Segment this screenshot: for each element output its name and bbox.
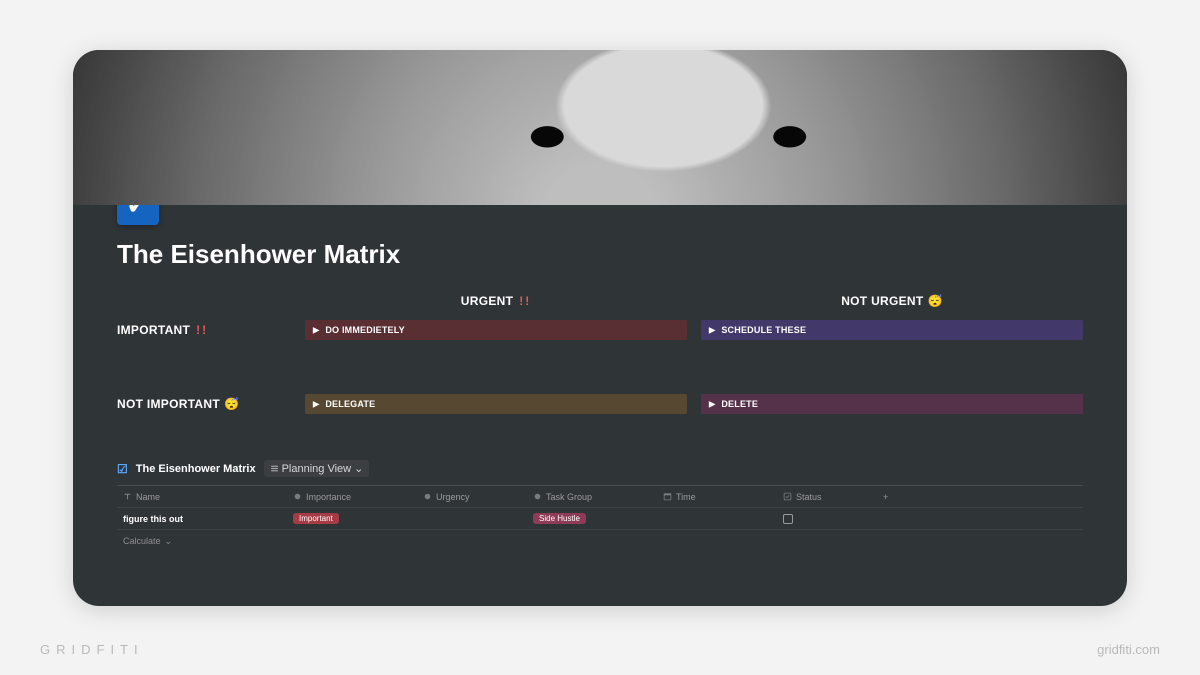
database-title[interactable]: The Eisenhower Matrix (136, 463, 256, 475)
checkbox-icon (783, 492, 792, 501)
toggle-triangle-icon: ▶ (313, 325, 319, 334)
text-icon (123, 492, 132, 501)
double-exclaim-icon: !! (196, 323, 208, 337)
page-cover-image (73, 50, 1127, 205)
select-icon (533, 492, 542, 501)
toggle-triangle-icon: ▶ (709, 325, 715, 334)
select-icon (423, 492, 432, 501)
database-table: Name Importance Urgency Task Group Time … (117, 485, 1083, 552)
chevron-down-icon: ⌄ (354, 462, 363, 475)
matrix-col-urgent: URGENT!! (305, 294, 687, 308)
col-task-group[interactable]: Task Group (527, 492, 657, 502)
cell-name[interactable]: figure this out (117, 514, 287, 524)
col-urgency[interactable]: Urgency (417, 492, 527, 502)
table-footer-row: Calculate ⌄ (117, 530, 1083, 552)
matrix-cell-schedule[interactable]: ▶ SCHEDULE THESE (701, 320, 1083, 340)
checkbox-icon[interactable] (783, 514, 793, 524)
matrix-row-important: IMPORTANT!! (117, 323, 291, 337)
col-importance[interactable]: Importance (287, 492, 417, 502)
matrix-row-not-important: NOT IMPORTANT😴 (117, 397, 291, 411)
cell-status[interactable] (777, 514, 877, 524)
table-row[interactable]: figure this out Important Side Hustle (117, 508, 1083, 530)
page-title[interactable]: The Eisenhower Matrix (117, 239, 1083, 270)
toggle-triangle-icon: ▶ (313, 399, 319, 408)
cell-task-group[interactable]: Side Hustle (527, 513, 657, 524)
chevron-down-icon: ⌄ (165, 536, 173, 547)
notion-page-card: ✓ The Eisenhower Matrix URGENT!! NOT URG… (73, 50, 1127, 606)
col-name[interactable]: Name (117, 492, 287, 502)
matrix-cell-label: DO IMMEDIETELY (325, 325, 404, 335)
brand-wordmark: GRIDFITI (40, 642, 144, 657)
sleep-emoji-icon: 😴 (224, 397, 239, 411)
page-content: ✓ The Eisenhower Matrix URGENT!! NOT URG… (73, 183, 1127, 572)
matrix-col-not-urgent: NOT URGENT😴 (701, 294, 1083, 308)
plus-icon: + (883, 492, 888, 502)
matrix-cell-label: SCHEDULE THESE (721, 325, 806, 335)
matrix-cell-delegate[interactable]: ▶ DELEGATE (305, 394, 687, 414)
database-block: ☑ The Eisenhower Matrix Planning View ⌄ … (117, 460, 1083, 552)
calculate-menu[interactable]: Calculate ⌄ (117, 536, 287, 547)
calendar-icon (663, 492, 672, 501)
list-icon (270, 464, 279, 473)
double-exclaim-icon: !! (519, 294, 531, 308)
cell-importance[interactable]: Important (287, 513, 417, 524)
matrix-cell-delete[interactable]: ▶ DELETE (701, 394, 1083, 414)
matrix-cell-do[interactable]: ▶ DO IMMEDIETELY (305, 320, 687, 340)
brand-url: gridfiti.com (1097, 642, 1160, 657)
select-icon (293, 492, 302, 501)
database-view-switcher[interactable]: Planning View ⌄ (264, 460, 370, 477)
database-header: ☑ The Eisenhower Matrix Planning View ⌄ (117, 460, 1083, 477)
add-column-button[interactable]: + (877, 492, 907, 502)
col-status[interactable]: Status (777, 492, 877, 502)
sleep-emoji-icon: 😴 (928, 294, 943, 308)
table-header-row: Name Importance Urgency Task Group Time … (117, 486, 1083, 508)
matrix-cell-label: DELEGATE (325, 399, 375, 409)
eisenhower-matrix: URGENT!! NOT URGENT😴 IMPORTANT!! ▶ DO IM… (117, 294, 1083, 414)
matrix-cell-label: DELETE (721, 399, 758, 409)
toggle-triangle-icon: ▶ (709, 399, 715, 408)
check-icon: ☑ (117, 462, 128, 476)
col-time[interactable]: Time (657, 492, 777, 502)
